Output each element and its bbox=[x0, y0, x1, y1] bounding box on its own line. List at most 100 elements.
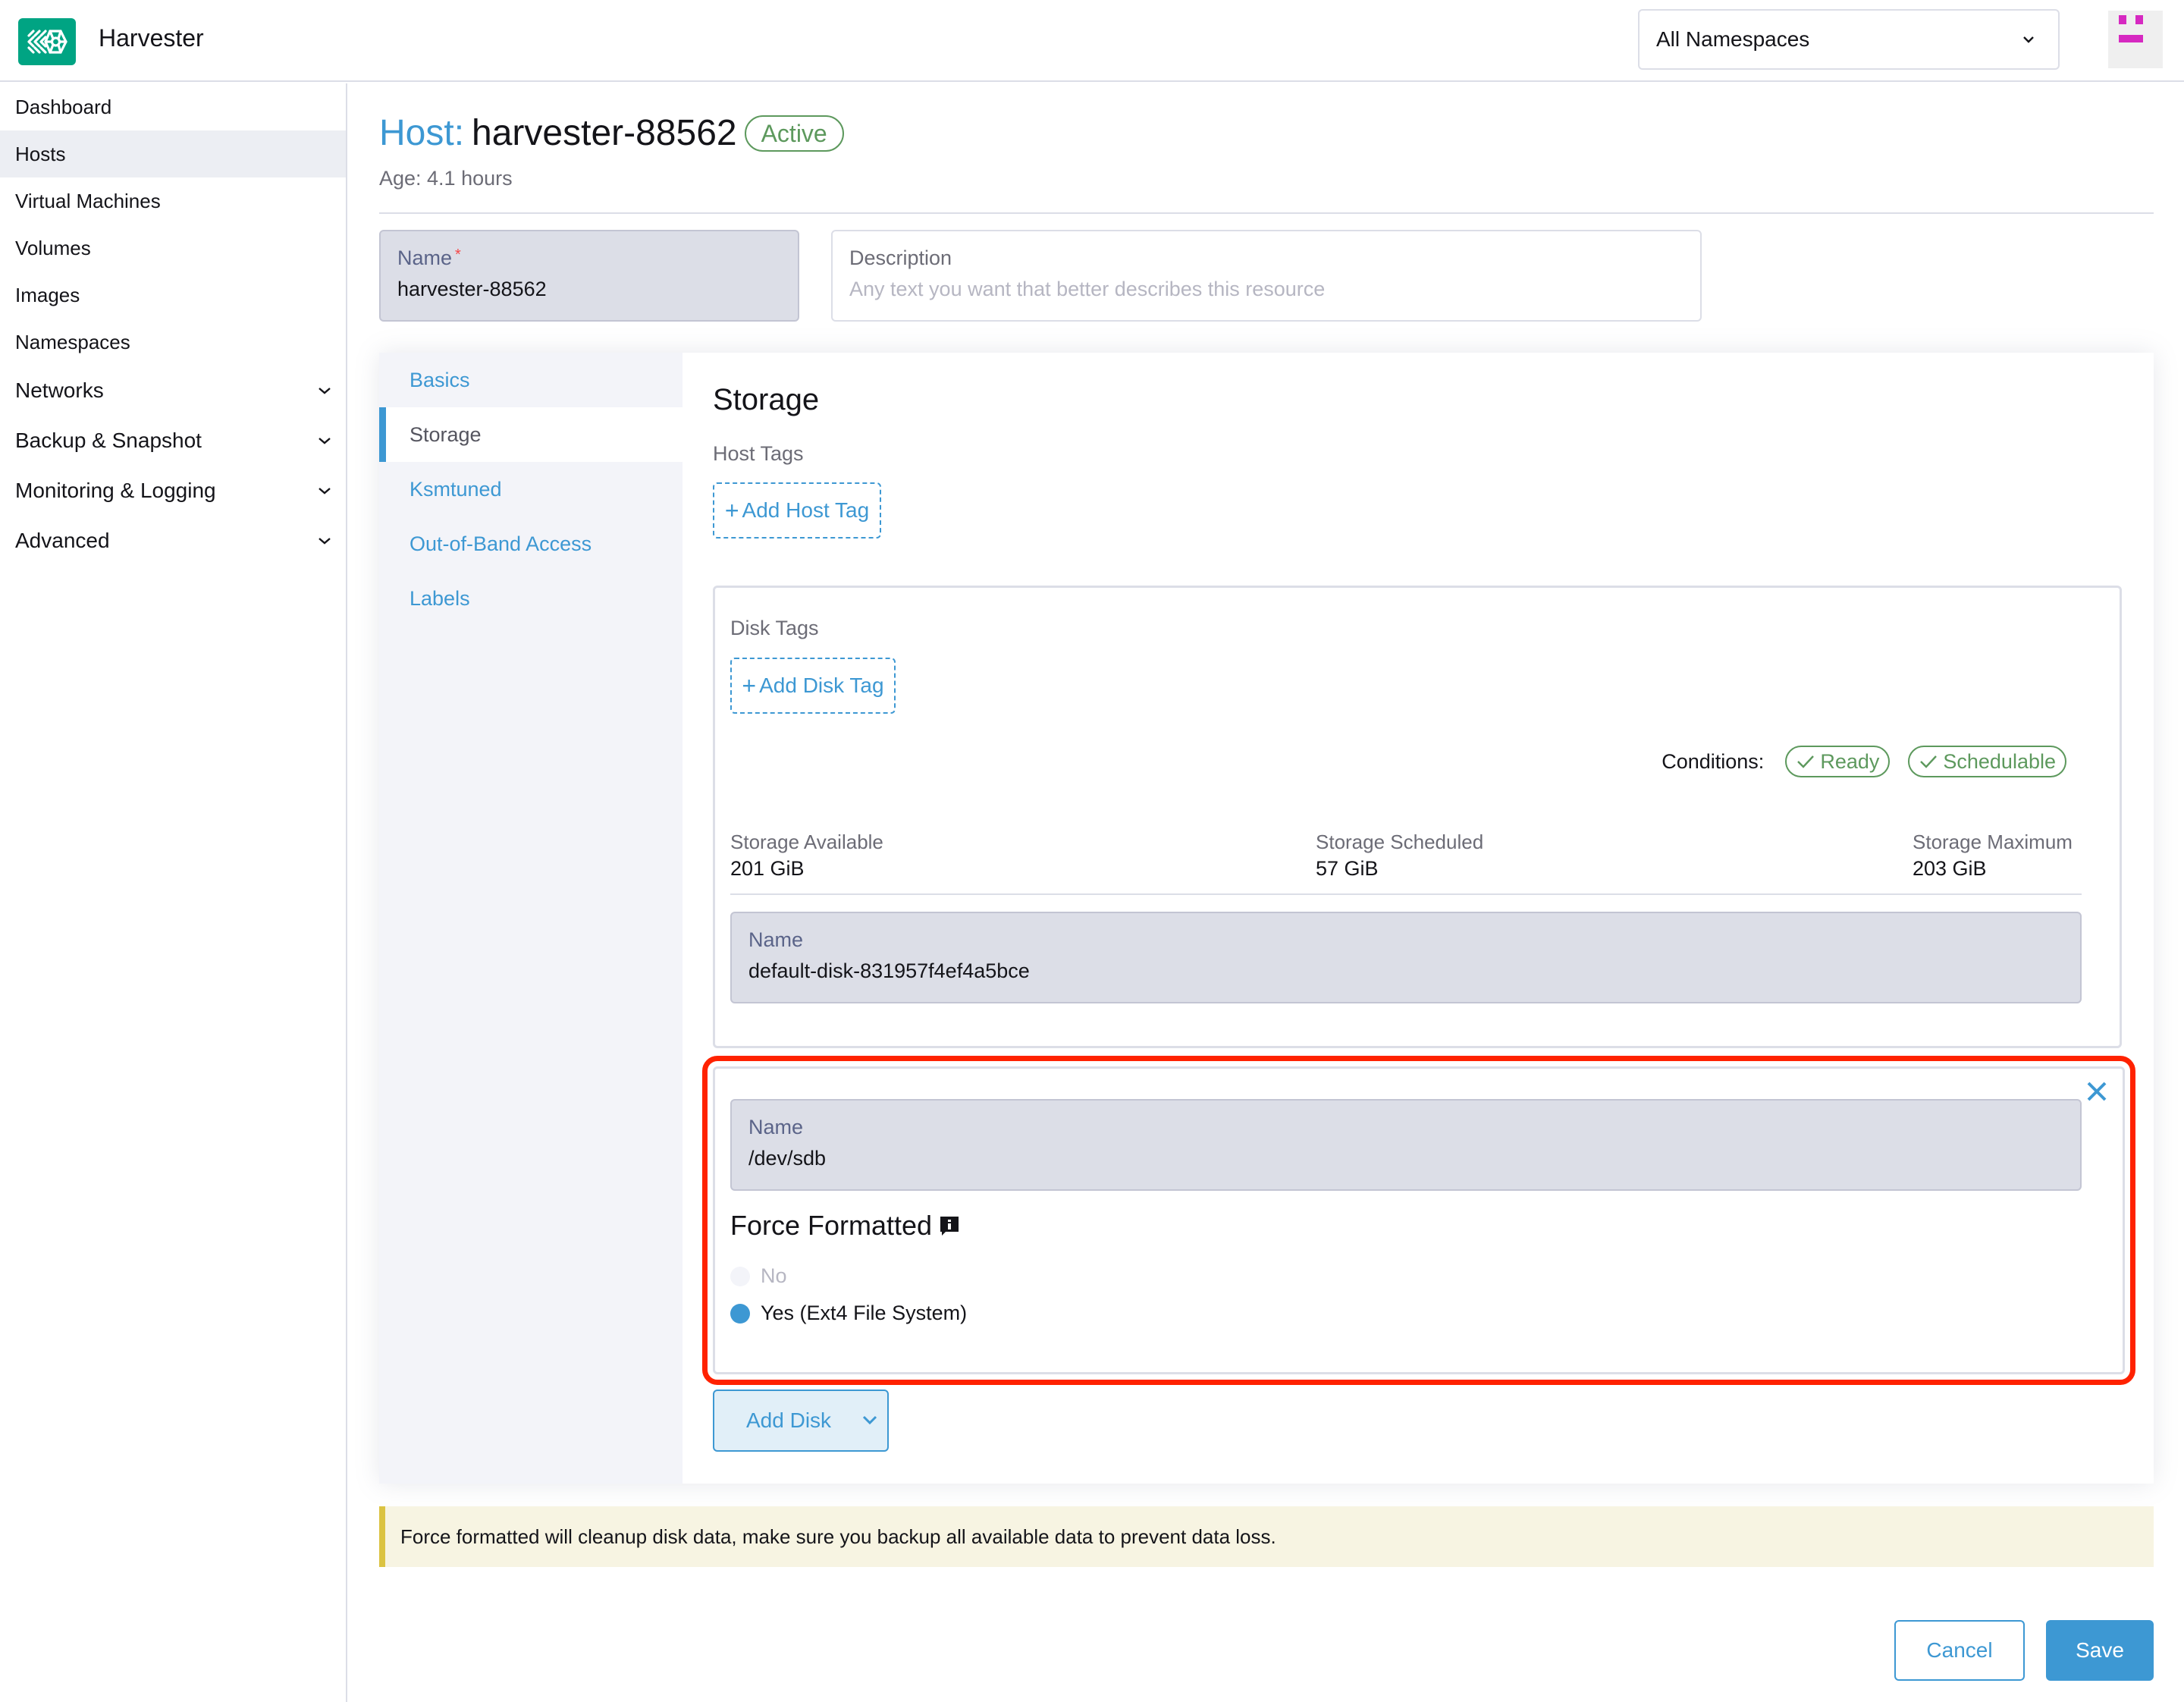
warning-banner-text: Force formatted will cleanup disk data, … bbox=[400, 1525, 1276, 1548]
namespace-select[interactable]: All Namespaces bbox=[1638, 9, 2060, 70]
description-field-label: Description bbox=[849, 247, 952, 269]
tab-out-of-band-access[interactable]: Out-of-Band Access bbox=[379, 517, 682, 571]
name-field-label: Name * bbox=[397, 247, 781, 270]
new-disk-name-label: Name bbox=[748, 1116, 804, 1138]
sidebar-group-advanced[interactable]: Advanced bbox=[0, 517, 346, 564]
radio-option-no[interactable]: No bbox=[730, 1264, 787, 1288]
page-title: Host: harvester-88562 Active bbox=[379, 112, 844, 154]
cancel-label: Cancel bbox=[1926, 1638, 1993, 1662]
add-host-tag-button[interactable]: + Add Host Tag bbox=[713, 482, 881, 539]
tab-label: Ksmtuned bbox=[410, 477, 502, 501]
add-disk-button[interactable]: Add Disk bbox=[713, 1390, 889, 1452]
sidebar-item-label: Volumes bbox=[15, 236, 91, 259]
stat-value: 203 GiB bbox=[1913, 857, 1987, 880]
save-label: Save bbox=[2076, 1638, 2124, 1662]
disk-card-new: Name /dev/sdb Force Formatted No Yes (Ex… bbox=[713, 1066, 2125, 1374]
namespace-select-value: All Namespaces bbox=[1656, 27, 1810, 51]
close-icon[interactable] bbox=[2085, 1079, 2109, 1104]
name-field[interactable]: Name * harvester-88562 bbox=[379, 230, 799, 322]
condition-label: Schedulable bbox=[1943, 750, 2056, 773]
tab-label: Labels bbox=[410, 586, 470, 610]
plus-icon: + bbox=[724, 496, 739, 524]
name-label-text: Name bbox=[397, 247, 453, 269]
stat-label: Storage Scheduled bbox=[1316, 831, 1484, 853]
add-disk-label: Add Disk bbox=[746, 1408, 832, 1432]
stat-value: 57 GiB bbox=[1316, 857, 1379, 880]
top-header: Harvester All Namespaces bbox=[0, 0, 2184, 82]
description-placeholder: Any text you want that better describes … bbox=[849, 278, 1326, 300]
sidebar-group-monitoring-logging[interactable]: Monitoring & Logging bbox=[0, 467, 346, 514]
checkmark-icon bbox=[1797, 755, 1815, 768]
chevron-down-icon bbox=[318, 488, 331, 495]
disk-name-value: default-disk-831957f4ef4a5bce bbox=[748, 959, 1030, 982]
stat-storage-scheduled: Storage Scheduled 57 GiB bbox=[1316, 831, 1483, 881]
tab-label: Basics bbox=[410, 368, 470, 391]
radio-label: No bbox=[761, 1264, 787, 1287]
condition-badge-ready: Ready bbox=[1785, 746, 1891, 777]
required-mark: * bbox=[455, 247, 461, 263]
sidebar-item-virtual-machines[interactable]: Virtual Machines bbox=[0, 177, 346, 225]
sidebar-group-backup-snapshot[interactable]: Backup & Snapshot bbox=[0, 417, 346, 464]
sidebar-item-label: Virtual Machines bbox=[15, 189, 161, 212]
save-button[interactable]: Save bbox=[2046, 1620, 2154, 1681]
checkmark-icon bbox=[1920, 755, 1938, 768]
warning-banner: Force formatted will cleanup disk data, … bbox=[379, 1506, 2154, 1567]
tab-label: Storage bbox=[410, 422, 482, 446]
disk-name-label: Name bbox=[748, 928, 804, 951]
storage-heading: Storage bbox=[713, 383, 820, 416]
sidebar-item-label: Monitoring & Logging bbox=[15, 479, 216, 502]
user-avatar[interactable] bbox=[2108, 11, 2163, 68]
sidebar-item-label: Hosts bbox=[15, 142, 66, 165]
chevron-down-icon bbox=[2023, 36, 2034, 43]
info-icon[interactable] bbox=[938, 1214, 961, 1237]
sidebar-item-label: Namespaces bbox=[15, 330, 130, 353]
tab-ksmtuned[interactable]: Ksmtuned bbox=[379, 462, 682, 517]
stat-value: 201 GiB bbox=[730, 857, 805, 880]
sidebar-item-dashboard[interactable]: Dashboard bbox=[0, 83, 346, 130]
force-formatted-heading: Force Formatted bbox=[730, 1210, 961, 1242]
radio-label: Yes (Ext4 File System) bbox=[761, 1302, 968, 1324]
page-title-prefix[interactable]: Host: bbox=[379, 112, 464, 154]
force-formatted-label: Force Formatted bbox=[730, 1210, 933, 1241]
disk-conditions: Conditions: Ready Schedulable bbox=[1662, 746, 2066, 777]
sidebar-item-label: Dashboard bbox=[15, 95, 112, 118]
sidebar-item-label: Backup & Snapshot bbox=[15, 429, 202, 452]
chevron-down-icon bbox=[318, 538, 331, 545]
side-tabs: Basics Storage Ksmtuned Out-of-Band Acce… bbox=[379, 353, 682, 1484]
tab-storage[interactable]: Storage bbox=[379, 407, 682, 462]
sidebar-item-label: Networks bbox=[15, 378, 104, 402]
host-tags-label: Host Tags bbox=[713, 442, 804, 465]
disk-name-field[interactable]: Name default-disk-831957f4ef4a5bce bbox=[730, 912, 2082, 1003]
stat-label: Storage Available bbox=[730, 831, 883, 853]
app-title: Harvester bbox=[99, 24, 204, 52]
sidebar-item-namespaces[interactable]: Namespaces bbox=[0, 319, 346, 366]
harvester-logo-icon[interactable] bbox=[18, 18, 76, 65]
sidebar-item-hosts[interactable]: Hosts bbox=[0, 130, 346, 177]
new-disk-name-value: /dev/sdb bbox=[748, 1147, 827, 1170]
disk-tags-label: Disk Tags bbox=[730, 617, 819, 639]
status-badge: Active bbox=[744, 115, 844, 152]
stat-label: Storage Maximum bbox=[1913, 831, 2073, 853]
stats-divider bbox=[730, 893, 2082, 895]
conditions-label: Conditions: bbox=[1662, 749, 1765, 773]
sidebar-item-label: Images bbox=[15, 283, 80, 306]
sidebar-item-images[interactable]: Images bbox=[0, 272, 346, 319]
radio-button[interactable] bbox=[730, 1303, 750, 1324]
chevron-down-icon bbox=[318, 388, 331, 394]
page-title-name: harvester-88562 bbox=[472, 113, 737, 153]
highlight-outline: Name /dev/sdb Force Formatted No Yes (Ex… bbox=[702, 1056, 2135, 1385]
description-field[interactable]: Description Any text you want that bette… bbox=[831, 230, 1702, 322]
tab-basics[interactable]: Basics bbox=[379, 353, 682, 407]
disk-card-default: Disk Tags + Add Disk Tag Conditions: Read… bbox=[713, 586, 2122, 1048]
sidebar-group-networks[interactable]: Networks bbox=[0, 367, 346, 414]
add-disk-tag-button[interactable]: + Add Disk Tag bbox=[730, 658, 896, 714]
tab-labels[interactable]: Labels bbox=[379, 571, 682, 626]
radio-option-yes-ext4[interactable]: Yes (Ext4 File System) bbox=[730, 1302, 967, 1325]
sidebar-item-volumes[interactable]: Volumes bbox=[0, 225, 346, 272]
new-disk-name-field[interactable]: Name /dev/sdb bbox=[730, 1099, 2082, 1191]
age-label: Age: 4.1 hours bbox=[379, 167, 513, 190]
cancel-button[interactable]: Cancel bbox=[1894, 1620, 2025, 1681]
radio-button[interactable] bbox=[730, 1266, 750, 1286]
add-host-tag-label: Add Host Tag bbox=[742, 498, 870, 522]
name-field-value: harvester-88562 bbox=[397, 278, 547, 300]
